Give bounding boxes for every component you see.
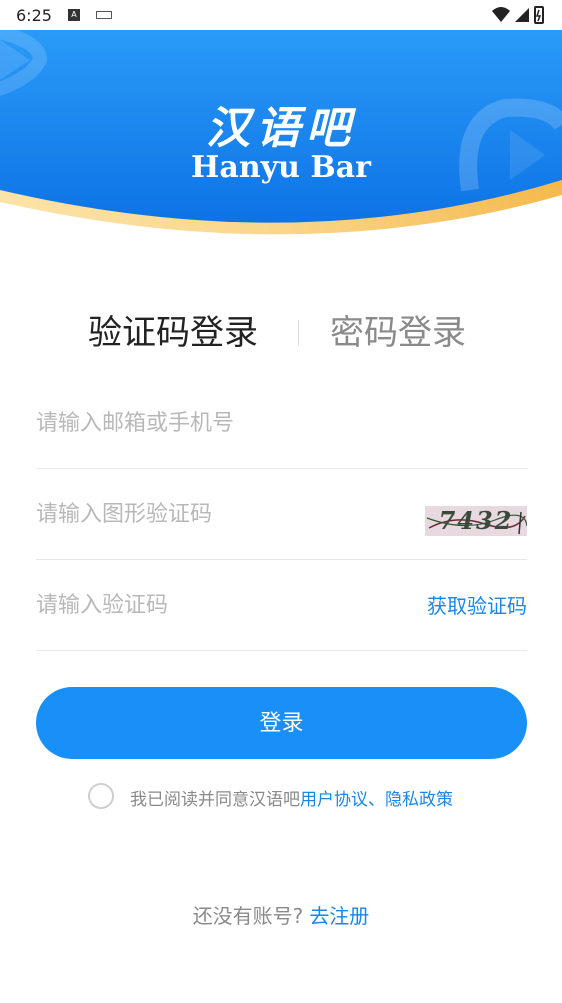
captcha-row: 7432 xyxy=(36,469,527,560)
verification-code-input[interactable] xyxy=(36,588,406,622)
get-code-button[interactable]: 获取验证码 xyxy=(427,590,527,619)
register-link[interactable]: 去注册 xyxy=(309,904,369,928)
header-banner: 汉语吧 Hanyu Bar xyxy=(0,30,562,240)
signal-icon xyxy=(515,8,529,22)
login-tabs: 验证码登录 密码登录 xyxy=(0,308,562,358)
privacy-policy-link[interactable]: 隐私政策 xyxy=(385,790,453,810)
email-phone-input[interactable] xyxy=(36,406,406,440)
status-icons xyxy=(492,6,544,24)
email-phone-row xyxy=(36,378,527,469)
login-button[interactable]: 登录 xyxy=(36,687,527,759)
status-bar: 6:25 A xyxy=(0,0,562,30)
captcha-input[interactable] xyxy=(36,497,406,531)
keyboard-icon xyxy=(96,11,112,19)
status-time: 6:25 xyxy=(16,6,52,25)
verification-code-row: 获取验证码 xyxy=(36,560,527,651)
notification-a-icon: A xyxy=(68,9,80,21)
register-row: 还没有账号? 去注册 xyxy=(0,900,562,929)
tab-password-login[interactable]: 密码登录 xyxy=(330,308,466,358)
agreement-checkbox[interactable] xyxy=(88,783,114,809)
battery-icon xyxy=(534,6,544,24)
tab-divider xyxy=(298,320,299,346)
agreement-row: 我已阅读并同意汉语吧用户协议、隐私政策 xyxy=(88,781,508,813)
agreement-separator: 、 xyxy=(368,790,385,810)
brand-logo-english: Hanyu Bar xyxy=(191,150,371,185)
agreement-text: 我已阅读并同意汉语吧用户协议、隐私政策 xyxy=(130,785,453,810)
wifi-icon xyxy=(492,7,510,22)
tab-verification-code-login[interactable]: 验证码登录 xyxy=(88,308,258,358)
user-agreement-link[interactable]: 用户协议 xyxy=(300,790,368,810)
register-question: 还没有账号? xyxy=(192,904,304,928)
brand-logo-chinese: 汉语吧 xyxy=(206,103,356,154)
captcha-image[interactable]: 7432 xyxy=(425,506,527,536)
captcha-image-text: 7432 xyxy=(438,506,514,535)
agreement-prefix: 我已阅读并同意汉语吧 xyxy=(130,790,300,810)
